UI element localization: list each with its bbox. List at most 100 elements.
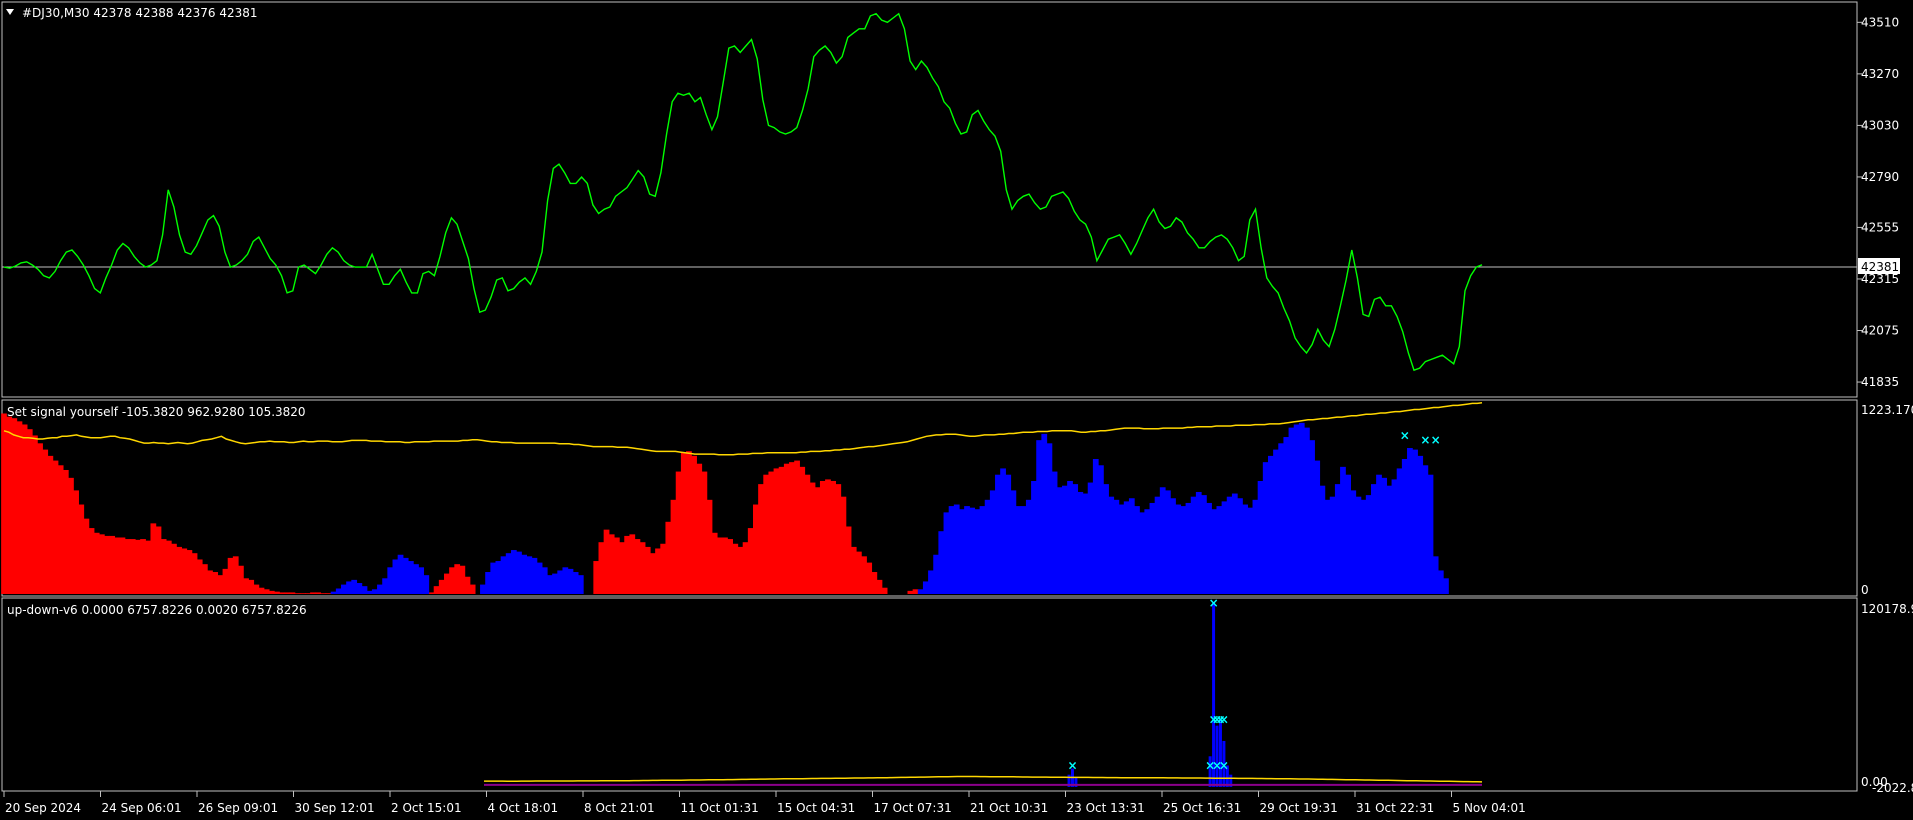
- signal-blue-bar: [541, 567, 548, 594]
- signal-blue-bar: [922, 581, 929, 594]
- signal-blue-bar: [1139, 512, 1145, 594]
- signal-red-bar: [196, 559, 203, 594]
- signal-red-bar: [701, 471, 708, 594]
- signal-blue-bar: [480, 584, 486, 594]
- signal-blue-bar: [1437, 570, 1444, 594]
- signal-red-bar: [696, 463, 703, 594]
- signal-red-bar: [155, 526, 162, 594]
- signal-red-bar: [593, 561, 600, 594]
- signal-red-bar: [845, 526, 852, 594]
- current-price-label: 42381: [1861, 260, 1899, 274]
- signal-blue-bar: [1154, 496, 1161, 594]
- signal-red-bar: [603, 529, 610, 594]
- signal-red-bar: [650, 553, 656, 594]
- signal-blue-bar: [1056, 487, 1063, 594]
- signal-red-bar: [881, 587, 888, 594]
- signal-blue-bar: [984, 499, 991, 594]
- signal-red-bar: [449, 567, 455, 594]
- time-tick-label: 30 Sep 12:01: [295, 801, 375, 815]
- signal-red-bar: [181, 548, 188, 594]
- signal-blue-bar: [1396, 468, 1403, 594]
- signal-red-bar: [62, 469, 69, 594]
- time-tick-label: 2 Oct 15:01: [391, 801, 462, 815]
- signal-cross-marker: ×: [1420, 433, 1430, 447]
- signal-red-bar: [459, 565, 466, 594]
- signal-blue-bar: [1345, 474, 1351, 594]
- signal-blue-bar: [948, 506, 955, 594]
- signal-red-bar: [253, 584, 260, 594]
- time-tick-label: 31 Oct 22:31: [1356, 801, 1434, 815]
- signal-blue-bar: [1360, 499, 1367, 594]
- price-ytick-label: 43270: [1861, 67, 1899, 81]
- signal-red-bar: [752, 504, 759, 594]
- time-tick-label: 23 Oct 13:31: [1067, 801, 1145, 815]
- signal-blue-bar: [1242, 504, 1248, 594]
- signal-blue-bar: [351, 579, 358, 594]
- signal-blue-bar: [1195, 491, 1202, 594]
- signal-blue-bar: [995, 474, 1001, 594]
- signal-red-bar: [274, 591, 280, 594]
- signal-red-bar: [176, 546, 182, 594]
- signal-red-bar: [160, 539, 167, 594]
- signal-blue-bar: [366, 590, 373, 594]
- signal-blue-bar: [1108, 496, 1115, 594]
- signal-blue-bar: [495, 561, 502, 594]
- signal-red-bar: [727, 539, 734, 594]
- signal-blue-bar: [979, 506, 986, 594]
- signal-blue-bar: [1391, 479, 1398, 594]
- signal-red-bar: [129, 539, 136, 594]
- signal-red-bar: [227, 557, 234, 594]
- signal-blue-bar: [346, 581, 352, 594]
- time-tick-label: 29 Oct 19:31: [1260, 801, 1338, 815]
- signal-red-bar: [165, 540, 172, 594]
- signal-blue-bar: [1340, 466, 1346, 594]
- signal-blue-bar: [1401, 459, 1408, 594]
- signal-blue-bar: [1031, 480, 1037, 594]
- signal-blue-bar: [1278, 443, 1285, 594]
- signal-blue-bar: [1407, 448, 1413, 594]
- time-tick-label: 24 Sep 06:01: [102, 801, 182, 815]
- signal-blue-bar: [413, 564, 419, 594]
- signal-red-bar: [763, 474, 770, 594]
- signal-blue-bar: [402, 557, 409, 594]
- signal-red-bar: [304, 593, 311, 594]
- signal-red-bar: [258, 587, 265, 594]
- signal-red-bar: [171, 543, 177, 594]
- signal-blue-bar: [1314, 460, 1321, 594]
- signal-blue-bar: [1304, 427, 1310, 594]
- signal-red-bar: [248, 579, 255, 594]
- signal-red-bar: [11, 418, 18, 594]
- signal-red-bar: [686, 451, 692, 594]
- signal-red-bar: [454, 564, 461, 594]
- signal-blue-bar: [531, 557, 538, 594]
- signal-red-bar: [660, 543, 667, 594]
- updown-cross-marker: ×: [1219, 713, 1229, 727]
- signal-red-bar: [737, 546, 744, 594]
- signal-blue-bar: [1046, 443, 1053, 594]
- signal-red-bar: [830, 480, 836, 594]
- price-ytick-label: 42555: [1861, 220, 1899, 234]
- signal-blue-bar: [1422, 465, 1429, 594]
- signal-red-bar: [57, 465, 64, 594]
- signal-blue-bar: [1298, 422, 1305, 594]
- signal-red-bar: [655, 548, 661, 594]
- signal-blue-bar: [382, 578, 388, 594]
- signal-blue-bar: [1201, 495, 1207, 594]
- signal-blue-bar: [1432, 556, 1439, 594]
- signal-red-bar: [186, 550, 193, 594]
- signal-red-bar: [73, 490, 79, 594]
- signal-blue-bar: [1149, 502, 1156, 594]
- signal-red-bar: [232, 556, 239, 594]
- signal-blue-bar: [1082, 493, 1089, 594]
- signal-red-bar: [88, 528, 95, 594]
- signal-blue-bar: [1092, 459, 1099, 594]
- signal-red-bar: [644, 546, 651, 594]
- signal-blue-bar: [1118, 504, 1125, 594]
- signal-blue-bar: [1376, 474, 1382, 594]
- signal-blue-bar: [1252, 499, 1259, 594]
- signal-blue-bar: [505, 553, 512, 594]
- time-tick-label: 26 Sep 09:01: [198, 801, 278, 815]
- signal-red-bar: [238, 565, 244, 594]
- signal-blue-bar: [974, 509, 981, 594]
- signal-blue-bar: [1010, 490, 1017, 594]
